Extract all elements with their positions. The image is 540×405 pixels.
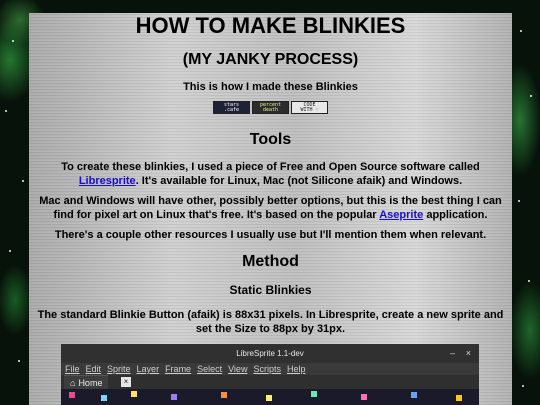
menu-bar: File Edit Sprite Layer Frame Select View… [61,363,479,375]
blinkie-badge[interactable]: stars .cafe [213,101,250,114]
window-titlebar: LibreSprite 1.1-dev – × [61,344,479,363]
blinkie-badge[interactable]: percent death [252,101,289,114]
tools-paragraph-2: Mac and Windows will have other, possibl… [39,195,502,221]
sprite-canvas [61,389,479,405]
page-subtitle: (MY JANKY PROCESS) [182,51,359,68]
blinkie-badges: stars .cafe percent death CODE WITH ♡ [29,101,512,114]
menu-scripts: Scripts [253,364,281,374]
menu-help: Help [286,364,306,374]
aseprite-link[interactable]: Aseprite [379,209,423,221]
tools-paragraph-3: There's a couple other resources I usual… [54,229,487,241]
home-icon: ⌂ [70,378,76,388]
method-paragraph-1: The standard Blinkie Button (afaik) is 8… [37,309,504,335]
intro-text: This is how I made these Blinkies [183,81,358,93]
menu-layer: Layer [136,364,160,374]
menu-frame: Frame [165,364,192,374]
blinkie-badge[interactable]: CODE WITH ♡ [291,101,328,114]
close-icon: × [121,377,131,387]
page-title: HOW TO MAKE BLINKIES [135,13,406,38]
tools-paragraph-1: To create these blinkies, I used a piece… [61,161,480,187]
menu-view: View [228,364,248,374]
tab-home: ⌂ Home [64,375,109,390]
libresprite-screenshot: LibreSprite 1.1-dev – × File Edit Sprite… [61,344,479,405]
menu-edit: Edit [85,364,102,374]
menu-sprite: Sprite [107,364,131,374]
minimize-icon: – [449,348,455,358]
method-heading: Method [242,253,299,270]
menu-file: File [65,364,80,374]
menu-select: Select [197,364,223,374]
libresprite-link[interactable]: Libresprite [79,175,136,187]
tools-heading: Tools [249,131,292,148]
tab-bar: ⌂ Home × [61,375,479,390]
window-title: LibreSprite 1.1-dev [236,349,304,358]
static-blinkies-heading: Static Blinkies [229,283,312,297]
window-close-icon: × [465,348,471,358]
content-panel: HOW TO MAKE BLINKIES (MY JANKY PROCESS) … [29,13,512,405]
